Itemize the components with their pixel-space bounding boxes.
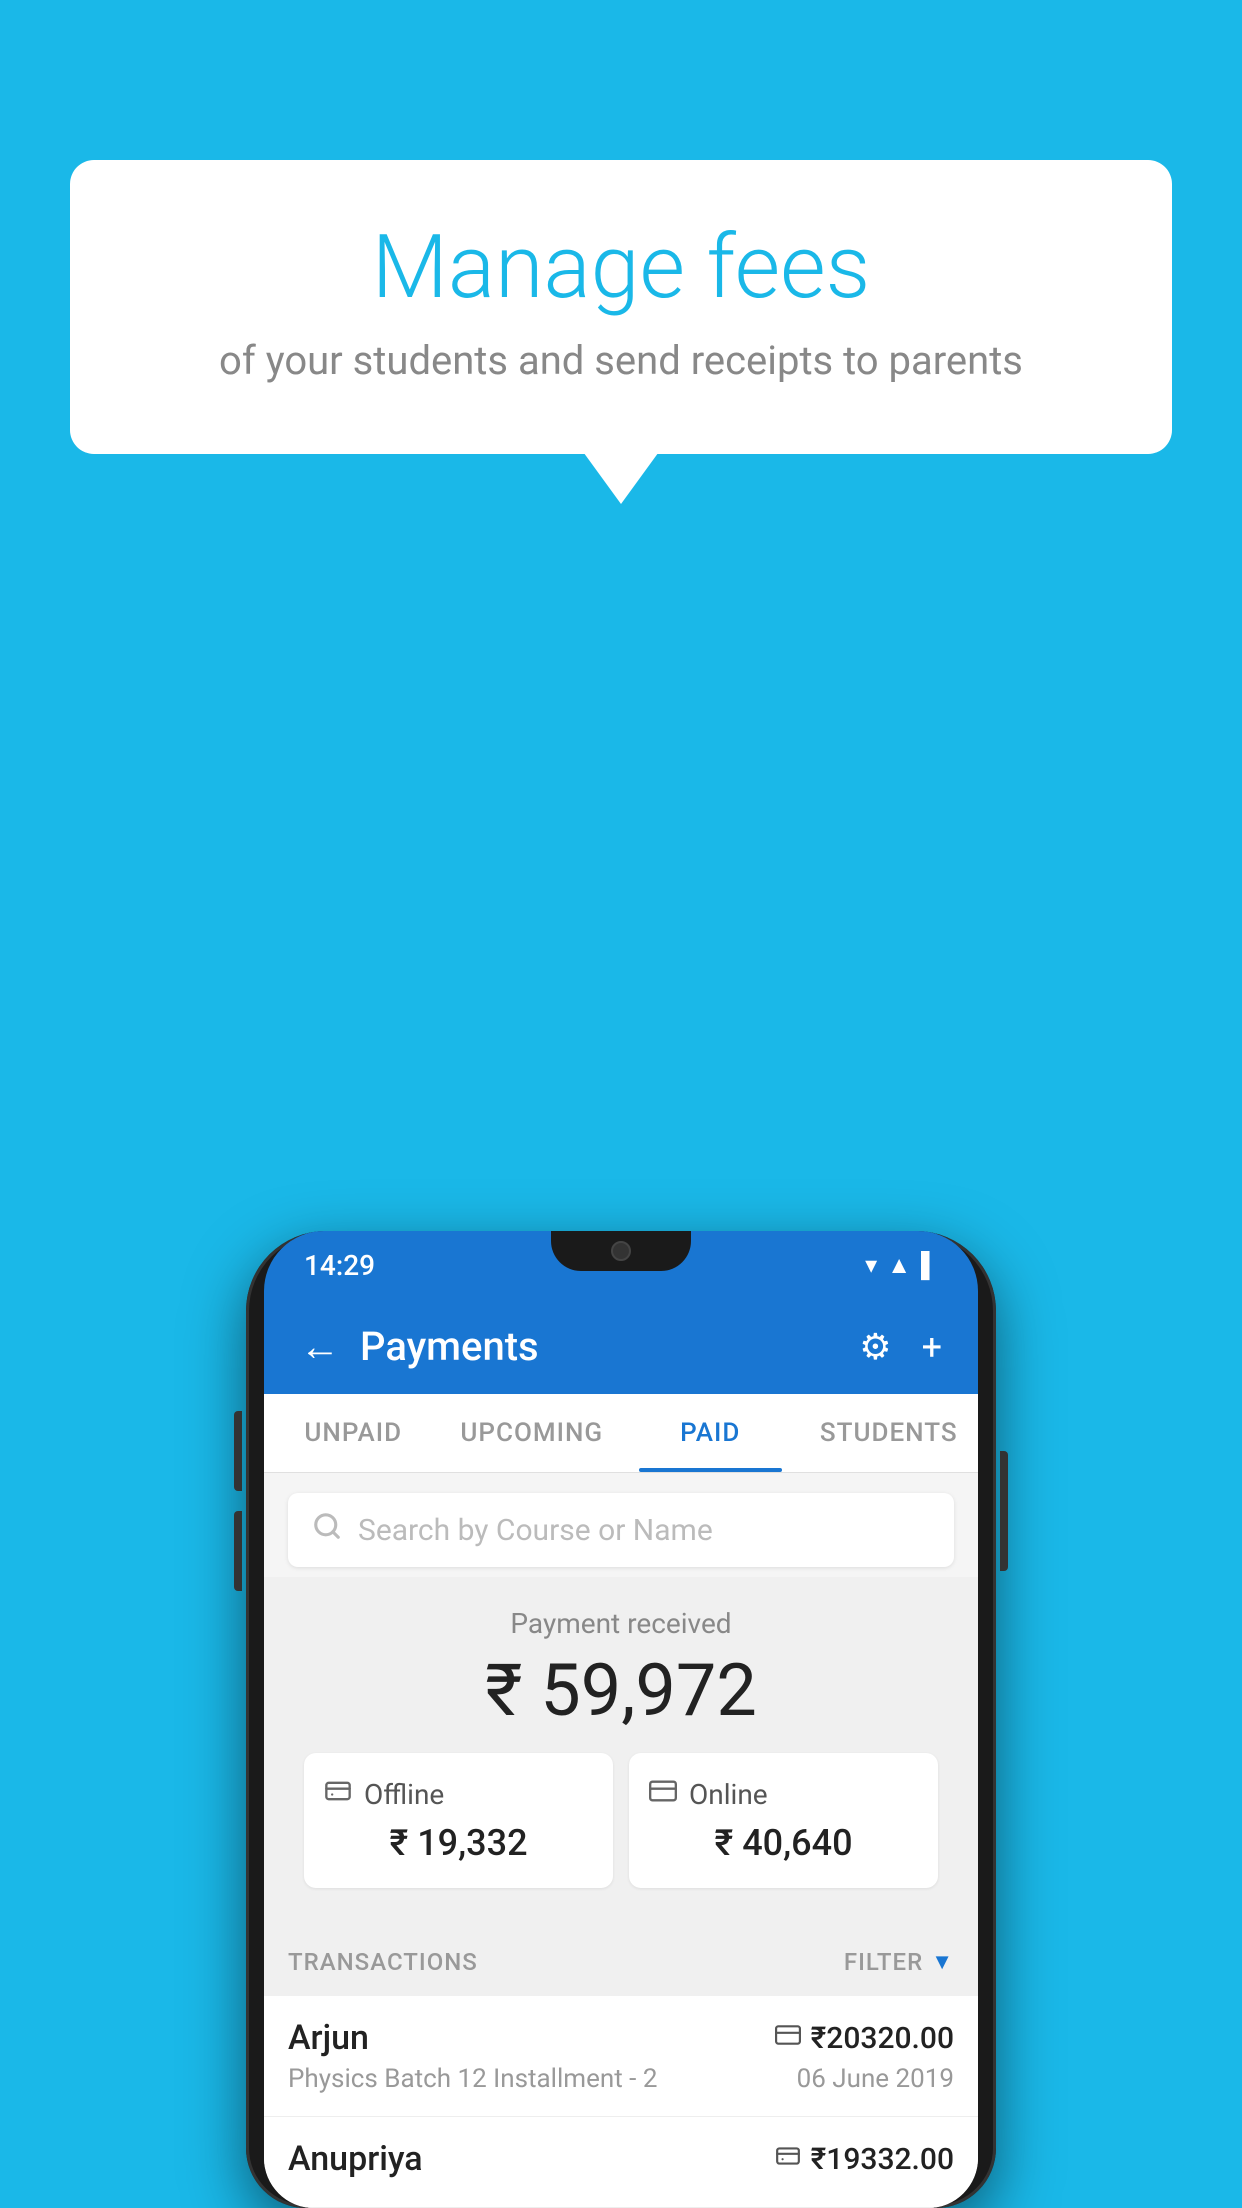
power-button[interactable] — [1000, 1451, 1008, 1571]
amount-right: ₹19332.00 — [775, 2142, 954, 2177]
search-input[interactable]: Search by Course or Name — [358, 1513, 713, 1548]
student-name: Arjun — [288, 2018, 369, 2058]
tab-upcoming[interactable]: UPCOMING — [443, 1394, 622, 1472]
online-amount: ₹ 40,640 — [649, 1822, 918, 1864]
payment-amount: ₹ 59,972 — [284, 1648, 958, 1733]
filter-button[interactable]: FILTER ▼ — [844, 1948, 954, 1976]
back-arrow-icon: ← — [300, 1323, 340, 1370]
transaction-amount: ₹19332.00 — [811, 2142, 954, 2177]
transaction-top: Arjun ₹20320.00 — [288, 2018, 954, 2058]
transaction-row[interactable]: Anupriya ₹19332.00 — [264, 2117, 978, 2208]
student-name: Anupriya — [288, 2139, 423, 2179]
transaction-bottom: Physics Batch 12 Installment - 2 06 June… — [288, 2064, 954, 2094]
phone-outer: 14:29 ▾ ▲ ▌ ← Payments ⚙ + — [246, 1231, 996, 2208]
filter-label: FILTER — [844, 1948, 923, 1976]
camera-notch — [611, 1241, 631, 1261]
online-icon — [649, 1777, 677, 1812]
tab-unpaid[interactable]: UNPAID — [264, 1394, 443, 1472]
search-bar[interactable]: Search by Course or Name — [288, 1493, 954, 1567]
transaction-row[interactable]: Arjun ₹20320.00 Physics Batch 12 Install… — [264, 1996, 978, 2117]
filter-icon: ▼ — [931, 1949, 954, 1975]
tabs: UNPAID UPCOMING PAID STUDENTS — [264, 1394, 978, 1473]
notch — [551, 1231, 691, 1271]
amount-right: ₹20320.00 — [775, 2021, 954, 2056]
search-icon — [312, 1511, 342, 1549]
status-bar: 14:29 ▾ ▲ ▌ — [264, 1231, 978, 1299]
online-label: Online — [689, 1778, 768, 1811]
page-title: Payments — [360, 1323, 859, 1370]
transactions-label: TRANSACTIONS — [288, 1948, 478, 1976]
offline-amount: ₹ 19,332 — [324, 1822, 593, 1864]
payment-type-icon — [775, 2022, 801, 2055]
bubble-subtitle: of your students and send receipts to pa… — [120, 337, 1122, 384]
add-icon[interactable]: + — [922, 1326, 942, 1368]
phone-wrapper: 14:29 ▾ ▲ ▌ ← Payments ⚙ + — [246, 1231, 996, 2208]
tab-paid[interactable]: PAID — [621, 1394, 800, 1472]
transaction-top: Anupriya ₹19332.00 — [288, 2139, 954, 2179]
battery-icon: ▌ — [921, 1251, 938, 1280]
transaction-amount: ₹20320.00 — [811, 2021, 954, 2056]
app-header: ← Payments ⚙ + — [264, 1299, 978, 1394]
speech-bubble: Manage fees of your students and send re… — [70, 160, 1172, 454]
volume-up-button[interactable] — [234, 1411, 242, 1491]
tab-students[interactable]: STUDENTS — [800, 1394, 979, 1472]
date-info: 06 June 2019 — [797, 2064, 954, 2094]
course-info: Physics Batch 12 Installment - 2 — [288, 2064, 657, 2094]
offline-label: Offline — [364, 1778, 444, 1811]
payment-label: Payment received — [284, 1607, 958, 1640]
app-screen: ← Payments ⚙ + UNPAID UPCOMING PAID STUD… — [264, 1299, 978, 2208]
offline-card: Offline ₹ 19,332 — [304, 1753, 613, 1888]
offline-card-header: Offline — [324, 1777, 593, 1812]
payment-type-icon — [775, 2143, 801, 2176]
status-icons: ▾ ▲ ▌ — [865, 1251, 938, 1280]
status-time: 14:29 — [304, 1249, 375, 1282]
volume-down-button[interactable] — [234, 1511, 242, 1591]
online-card: Online ₹ 40,640 — [629, 1753, 938, 1888]
payment-summary: Payment received ₹ 59,972 — [264, 1577, 978, 1928]
transactions-header: TRANSACTIONS FILTER ▼ — [264, 1928, 978, 1996]
offline-icon — [324, 1777, 352, 1812]
online-card-header: Online — [649, 1777, 918, 1812]
back-button[interactable]: ← — [300, 1323, 340, 1370]
bubble-title: Manage fees — [120, 220, 1122, 317]
gear-icon[interactable]: ⚙ — [859, 1326, 891, 1368]
wifi-icon: ▾ — [865, 1251, 877, 1279]
header-actions: ⚙ + — [859, 1326, 942, 1368]
signal-icon: ▲ — [887, 1251, 911, 1280]
payment-cards: Offline ₹ 19,332 — [284, 1753, 958, 1908]
